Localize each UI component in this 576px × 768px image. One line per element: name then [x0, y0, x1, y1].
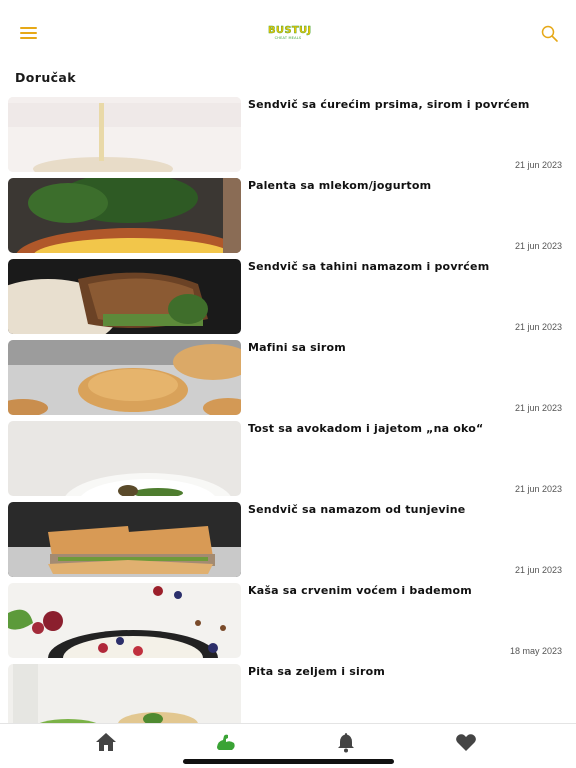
recipe-title: Sendvič sa namazom od tunjevine [248, 503, 466, 516]
recipe-item[interactable]: Tost sa avokadom i jajetom „na oko“ 21 j… [0, 421, 576, 497]
recipe-date: 21 jun 2023 [514, 484, 562, 494]
recipe-title: Palenta sa mlekom/jogurtom [248, 179, 432, 192]
recipe-item[interactable]: Kaša sa crvenim voćem i bademom 18 may 2… [0, 583, 576, 659]
recipe-item[interactable]: Palenta sa mlekom/jogurtom 21 jun 2023 [0, 178, 576, 254]
menu-button[interactable] [20, 26, 37, 40]
recipe-thumbnail [8, 421, 241, 496]
recipe-title: Kaša sa crvenim voćem i bademom [248, 584, 472, 597]
recipe-thumbnail [8, 97, 241, 172]
recipe-date: 21 jun 2023 [514, 565, 562, 575]
recipe-item[interactable]: Sendvič sa namazom od tunjevine 21 jun 2… [0, 502, 576, 578]
recipe-thumbnail [8, 259, 241, 334]
recipe-date: 21 jun 2023 [514, 403, 562, 413]
recipe-thumbnail [8, 502, 241, 577]
recipe-title: Sendvič sa ćurećim prsima, sirom i povrć… [248, 98, 530, 111]
search-button[interactable] [540, 24, 560, 44]
recipe-thumbnail [8, 340, 241, 415]
logo-text: BUSTUJ [268, 25, 312, 36]
recipe-title: Sendvič sa tahini namazom i povrćem [248, 260, 490, 273]
heart-icon [456, 734, 476, 751]
flexed-arm-icon [217, 734, 235, 750]
recipe-date: 21 jun 2023 [514, 241, 562, 251]
recipe-date: 18 may 2023 [509, 646, 562, 656]
recipe-date: 21 jun 2023 [514, 322, 562, 332]
recipe-title: Tost sa avokadom i jajetom „na oko“ [248, 422, 484, 435]
recipe-item[interactable]: Mafini sa sirom 21 jun 2023 [0, 340, 576, 416]
recipe-item[interactable]: Sendvič sa tahini namazom i povrćem 21 j… [0, 259, 576, 335]
hamburger-menu-icon [20, 27, 37, 29]
logo-subtext: CHEAT MEALS [274, 36, 302, 40]
bell-icon [338, 733, 354, 753]
home-indicator [183, 759, 394, 764]
recipe-thumbnail [8, 178, 241, 253]
recipe-item[interactable]: Sendvič sa ćurećim prsima, sirom i povrć… [0, 97, 576, 173]
recipe-thumbnail [8, 583, 241, 658]
tab-favorites[interactable] [454, 731, 478, 753]
app-logo: BUSTUJ CHEAT MEALS [268, 25, 312, 42]
home-icon [96, 733, 116, 751]
recipe-title: Pita sa zeljem i sirom [248, 665, 386, 678]
search-icon [541, 25, 558, 42]
tab-home[interactable] [94, 731, 118, 753]
top-bar: BUSTUJ CHEAT MEALS [0, 0, 576, 66]
section-title: Doručak [15, 70, 76, 85]
tab-workout[interactable] [214, 731, 238, 753]
recipe-title: Mafini sa sirom [248, 341, 346, 354]
recipe-date: 21 jun 2023 [514, 160, 562, 170]
tab-notifications[interactable] [334, 731, 358, 753]
